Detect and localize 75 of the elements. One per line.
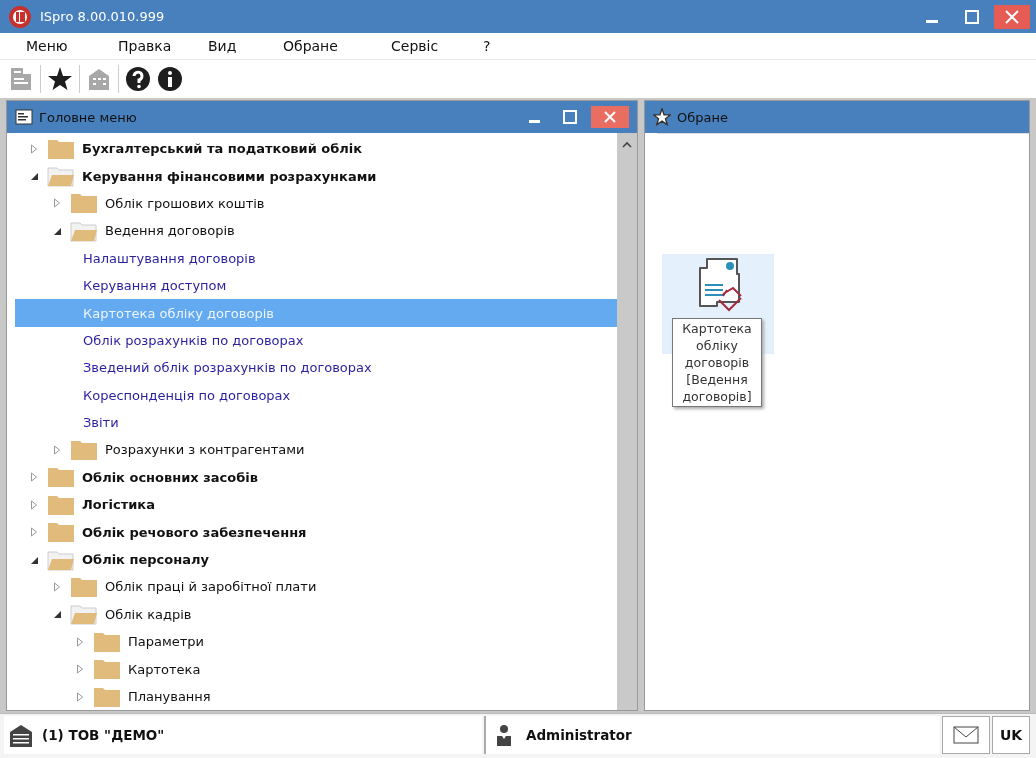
folder-icon	[47, 137, 75, 160]
folder-item[interactable]: Параметри	[128, 634, 205, 650]
help-icon[interactable]	[125, 66, 151, 92]
folder-icon	[93, 685, 121, 708]
expand-arrow-icon[interactable]	[52, 445, 62, 455]
panel-title: Обране	[677, 109, 728, 125]
open-folder-icon	[70, 219, 98, 242]
open-folder-icon	[47, 165, 75, 188]
star-icon[interactable]	[47, 66, 73, 92]
folder-item[interactable]: Облік праці й заробітної плати	[105, 579, 317, 595]
user-name: Administrator	[526, 727, 632, 743]
menu-link[interactable]: Звіти	[83, 415, 119, 431]
open-folder-icon	[70, 603, 98, 626]
menu-item[interactable]: Вид	[208, 38, 283, 54]
expand-arrow-icon[interactable]	[75, 664, 85, 675]
folder-item[interactable]: Картотека	[128, 661, 201, 677]
user-icon	[496, 724, 512, 746]
expand-arrow-icon[interactable]	[29, 527, 39, 538]
menu-link[interactable]: Керування доступом	[83, 278, 227, 294]
folder-item[interactable]: Бухгалтерський та податковий облік	[82, 141, 363, 157]
folder-icon	[70, 575, 98, 598]
building-icon	[8, 723, 34, 747]
star-icon	[653, 108, 671, 126]
menu-item[interactable]: ?	[483, 38, 575, 54]
folder-item[interactable]: Облік основних засобів	[82, 469, 258, 485]
organization-name: (1) ТОВ "ДЕМО"	[42, 727, 165, 743]
window-title: ISpro 8.00.010.999	[40, 9, 165, 24]
folder-item[interactable]: Логістика	[82, 497, 155, 513]
close-button[interactable]	[994, 4, 1030, 29]
close-button[interactable]	[591, 106, 629, 128]
folder-icon	[70, 439, 98, 461]
expand-arrow-icon[interactable]	[52, 198, 62, 209]
menu-item[interactable]: Правка	[118, 38, 208, 54]
folder-icon	[47, 493, 75, 516]
collapse-arrow-icon[interactable]	[52, 609, 62, 620]
folder-icon	[70, 192, 98, 215]
mail-button[interactable]	[942, 716, 990, 754]
menu-link[interactable]: Кореспонденція по договорах	[83, 387, 291, 403]
info-icon[interactable]	[157, 66, 183, 92]
close-icon	[604, 111, 616, 123]
menu-item[interactable]: Меню	[26, 38, 118, 54]
panel-title: Головне меню	[39, 109, 137, 125]
menu-link[interactable]: Облік розрахунків по договорах	[83, 332, 304, 348]
menu-list-icon	[15, 109, 33, 125]
folder-icon	[47, 521, 75, 544]
scrollbar[interactable]	[617, 133, 637, 710]
folder-item[interactable]: Розрахунки з контрагентами	[105, 442, 305, 458]
folder-item[interactable]: Керування фінансовими розрахунками	[82, 168, 377, 184]
folder-icon	[93, 630, 121, 653]
scroll-up-icon[interactable]	[622, 141, 632, 148]
logo-icon	[8, 4, 32, 29]
folder-item[interactable]: Планування	[128, 689, 211, 704]
folder-icon	[93, 658, 121, 681]
folder-item[interactable]: Облік кадрів	[105, 606, 192, 622]
tooltip: Картотека обліку договорів [Ведення договорів]	[672, 318, 762, 407]
expand-arrow-icon[interactable]	[29, 472, 39, 483]
menu-link[interactable]: Налаштування договорів	[83, 250, 256, 266]
menu-item[interactable]: Обране	[283, 38, 391, 54]
close-icon	[1005, 9, 1019, 24]
expand-arrow-icon[interactable]	[75, 691, 85, 702]
menu-item[interactable]: Сервіс	[391, 38, 483, 54]
mail-icon	[953, 726, 979, 744]
expand-arrow-icon[interactable]	[75, 636, 85, 647]
folder-item[interactable]: Облік речового забезпечення	[82, 524, 307, 540]
expand-arrow-icon[interactable]	[52, 581, 62, 592]
expand-arrow-icon[interactable]	[29, 499, 39, 510]
collapse-arrow-icon[interactable]	[29, 171, 39, 182]
expand-arrow-icon[interactable]	[29, 143, 39, 154]
folder-item[interactable]: Облік персоналу	[82, 552, 209, 568]
open-folder-icon	[47, 548, 75, 571]
language-button[interactable]: UK	[992, 716, 1030, 754]
folder-item[interactable]: Облік грошових коштів	[105, 195, 265, 211]
folder-item[interactable]: Ведення договорів	[105, 223, 235, 239]
folder-icon	[47, 466, 75, 489]
menu-link[interactable]: Зведений облік розрахунків по договорах	[83, 360, 372, 376]
